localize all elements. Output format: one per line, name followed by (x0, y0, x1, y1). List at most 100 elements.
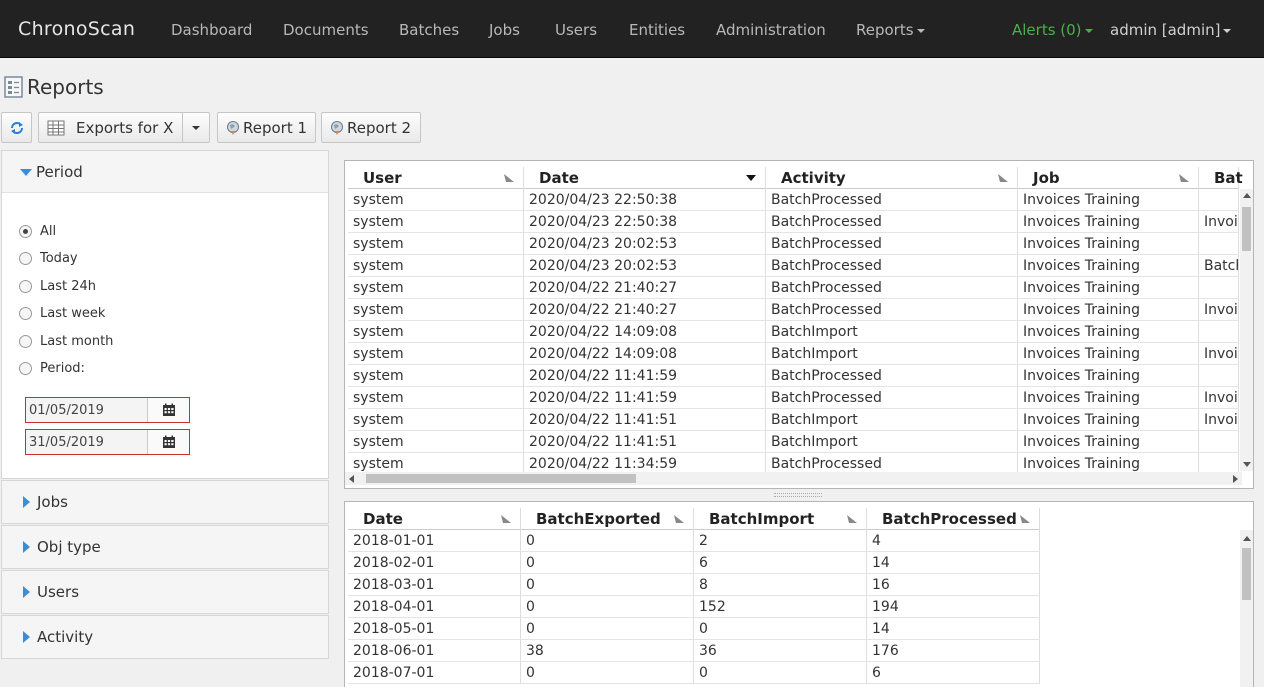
sort-icon[interactable] (1019, 514, 1031, 524)
table-row[interactable]: system 2020/04/23 22:50:38 BatchProcessed I… (348, 211, 1239, 233)
nav-batches[interactable]: Batches (399, 21, 459, 39)
scroll-thumb[interactable] (366, 474, 636, 483)
report-2-button[interactable]: Report 2 (321, 112, 421, 143)
table-cell: BatchImport (766, 409, 1018, 431)
column-header[interactable]: Activity (766, 167, 1018, 189)
panel-splitter[interactable] (774, 493, 822, 497)
table-cell (1199, 321, 1239, 343)
column-header[interactable]: Bat (1199, 167, 1243, 189)
date-from-field[interactable]: 01/05/2019 (25, 397, 190, 423)
table-row[interactable]: system 2020/04/23 22:50:38 BatchProcessed I… (348, 189, 1239, 211)
table-cell: system (348, 255, 524, 277)
table-row[interactable]: system 2020/04/22 11:41:51 BatchImport Invo… (348, 431, 1239, 453)
activity-panel[interactable]: Activity (1, 615, 329, 659)
table-row[interactable]: 2018-06-01 38 36 176 (348, 640, 1040, 662)
table-row[interactable]: system 2020/04/22 11:41:59 BatchProcessed I… (348, 387, 1239, 409)
radio-button[interactable] (19, 252, 32, 265)
sort-icon[interactable] (673, 514, 685, 524)
alerts-dropdown[interactable]: Alerts (0) (1012, 21, 1093, 39)
calendar-button[interactable] (147, 398, 189, 422)
nav-entities[interactable]: Entities (629, 21, 685, 39)
date-from-input[interactable]: 01/05/2019 (26, 398, 147, 422)
column-header[interactable]: BatchImport (694, 508, 867, 530)
sort-icon[interactable] (846, 514, 858, 524)
radio-button[interactable] (19, 225, 32, 238)
radio-button[interactable] (19, 307, 32, 320)
sort-icon[interactable] (503, 173, 515, 183)
refresh-button[interactable] (1, 112, 32, 143)
column-header[interactable]: Date (348, 508, 521, 530)
obj-type-panel[interactable]: Obj type (1, 525, 329, 569)
jobs-panel[interactable]: Jobs (1, 480, 329, 524)
scroll-right-icon[interactable] (1233, 475, 1238, 483)
table-row[interactable]: system 2020/04/23 20:02:53 BatchProcessed I… (348, 233, 1239, 255)
date-to-field[interactable]: 31/05/2019 (25, 429, 190, 455)
scroll-up-icon[interactable] (1243, 536, 1251, 541)
table-row[interactable]: 2018-01-01 0 2 4 (348, 530, 1040, 552)
table-cell: 0 (694, 618, 867, 640)
calendar-button[interactable] (147, 430, 189, 454)
report-select-label: Exports for X (76, 118, 174, 137)
column-header[interactable]: Job (1018, 167, 1199, 189)
activity-header-label: Activity (37, 628, 94, 646)
caret-down-icon (916, 28, 925, 33)
column-header[interactable]: Date (524, 167, 766, 189)
sort-icon[interactable] (500, 514, 512, 524)
radio-button[interactable] (19, 280, 32, 293)
table-row[interactable]: 2018-07-01 0 0 6 (348, 662, 1040, 684)
table-cell: Invoices Training (1018, 255, 1199, 277)
column-header[interactable]: BatchExported (521, 508, 694, 530)
sort-icon[interactable] (997, 173, 1009, 183)
period-header[interactable]: Period (2, 151, 328, 193)
user-menu[interactable]: admin [admin] (1110, 21, 1232, 39)
nav-administration[interactable]: Administration (716, 21, 826, 39)
table-row[interactable]: system 2020/04/22 11:41:51 BatchImport Invo… (348, 409, 1239, 431)
nav-dashboard[interactable]: Dashboard (171, 21, 252, 39)
radio-today[interactable]: Today (19, 251, 78, 266)
radio-period[interactable]: Period: (19, 361, 85, 376)
table-row[interactable]: 2018-04-01 0 152 194 (348, 596, 1040, 618)
column-header[interactable]: User (348, 167, 524, 189)
report-select-toggle[interactable] (182, 113, 208, 142)
nav-jobs[interactable]: Jobs (489, 21, 520, 39)
table-row[interactable]: 2018-02-01 0 6 14 (348, 552, 1040, 574)
scroll-down-icon[interactable] (1243, 462, 1251, 467)
report-1-button[interactable]: Report 1 (217, 112, 316, 143)
table-row[interactable]: 2018-05-01 0 0 14 (348, 618, 1040, 640)
radio-button[interactable] (19, 335, 32, 348)
scroll-up-icon[interactable] (1243, 193, 1251, 198)
nav-users[interactable]: Users (555, 21, 597, 39)
radio-all[interactable]: All (19, 224, 56, 239)
date-to-input[interactable]: 31/05/2019 (26, 430, 147, 454)
scroll-thumb[interactable] (1242, 207, 1251, 251)
vertical-scrollbar[interactable] (1240, 530, 1253, 687)
users-header[interactable]: Users (2, 571, 328, 613)
table-row[interactable]: system 2020/04/22 14:09:08 BatchImport Invo… (348, 343, 1239, 365)
radio-button[interactable] (19, 362, 32, 375)
radio-last-24h[interactable]: Last 24h (19, 279, 96, 294)
nav-documents[interactable]: Documents (283, 21, 369, 39)
jobs-header[interactable]: Jobs (2, 481, 328, 523)
table-row[interactable]: system 2020/04/22 11:41:59 BatchProcessed I… (348, 365, 1239, 387)
nav-reports-dropdown[interactable]: Reports (856, 21, 925, 39)
vertical-scrollbar[interactable] (1240, 189, 1253, 471)
sort-desc-icon[interactable] (745, 173, 757, 183)
activity-header[interactable]: Activity (2, 616, 328, 658)
table-row[interactable]: 2018-03-01 0 8 16 (348, 574, 1040, 596)
brand-logo[interactable]: ChronoScan (18, 18, 135, 40)
column-header[interactable]: BatchProcessed (867, 508, 1040, 530)
table-row[interactable]: system 2020/04/23 20:02:53 BatchProcessed I… (348, 255, 1239, 277)
calendar-icon (162, 435, 175, 448)
table-row[interactable]: system 2020/04/22 14:09:08 BatchImport Invo… (348, 321, 1239, 343)
table-row[interactable]: system 2020/04/22 21:40:27 BatchProcessed I… (348, 299, 1239, 321)
scroll-left-icon[interactable] (349, 475, 354, 483)
radio-last-week[interactable]: Last week (19, 306, 105, 321)
report-select[interactable]: Exports for X (38, 112, 210, 143)
scroll-thumb[interactable] (1242, 548, 1251, 600)
table-row[interactable]: system 2020/04/22 21:40:27 BatchProcessed I… (348, 277, 1239, 299)
sort-icon[interactable] (1178, 173, 1190, 183)
radio-last-month[interactable]: Last month (19, 334, 113, 349)
users-panel[interactable]: Users (1, 570, 329, 614)
horizontal-scrollbar[interactable] (345, 472, 1242, 485)
obj-type-header[interactable]: Obj type (2, 526, 328, 568)
